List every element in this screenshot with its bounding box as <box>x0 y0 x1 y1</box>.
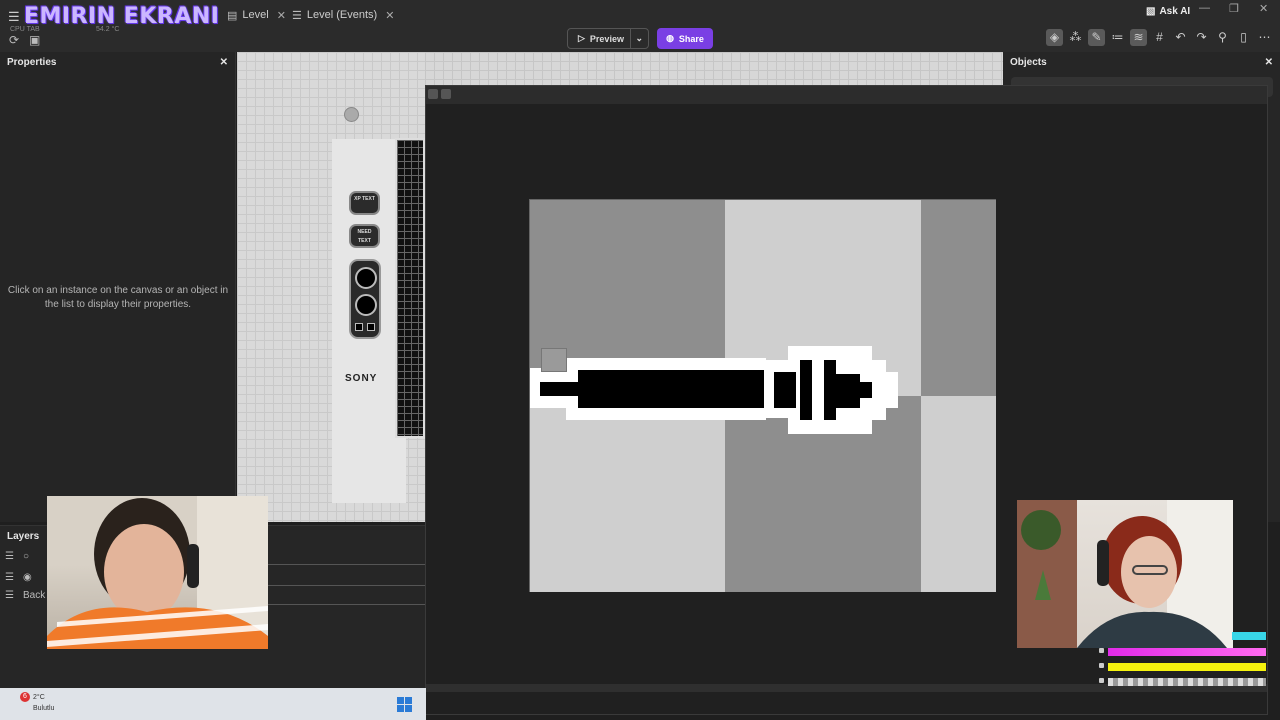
preview-label: Preview <box>589 33 624 44</box>
weather-temperature: 2°C <box>33 694 45 701</box>
weather-text: Bulutlu <box>33 705 55 712</box>
layers-title: Layers <box>7 530 40 542</box>
visibility-icon[interactable]: ○ <box>23 551 29 562</box>
stream-overlay-title: EMIRIN EKRANI <box>24 4 220 29</box>
os-taskbar <box>0 688 426 720</box>
controller-key-left <box>355 323 363 331</box>
tab-label: Level (Events) <box>306 9 378 21</box>
more-icon[interactable]: ⋯ <box>1256 29 1273 46</box>
webcam-left-image <box>47 496 268 649</box>
xp-button-sprite[interactable]: XP TEXT <box>349 191 380 215</box>
ask-ai-button[interactable]: ▧ Ask AI <box>1146 6 1190 17</box>
sony-logo-text: SONY <box>345 373 378 384</box>
trash-icon[interactable]: ▯ <box>1235 29 1252 46</box>
tab-level[interactable]: ▤ Level ✕ <box>227 5 286 25</box>
objects-group-icon[interactable]: ⁂ <box>1067 29 1084 46</box>
app-window: ☰ CPU TAB 54.2 °C ⟳ ▣ EMIRIN EKRANI ▤ Le… <box>0 0 1280 720</box>
close-icon[interactable]: ✕ <box>1265 57 1273 68</box>
arrow-sprite <box>530 346 898 434</box>
divider <box>268 585 426 586</box>
webcam-left <box>47 496 268 649</box>
editor-tool-icon[interactable] <box>441 89 451 99</box>
controller-button-top <box>355 267 377 289</box>
close-window-icon[interactable]: ✕ <box>1259 2 1268 15</box>
magenta-color-bar[interactable] <box>1108 648 1266 656</box>
top-bar: ☰ CPU TAB 54.2 °C ⟳ ▣ EMIRIN EKRANI ▤ Le… <box>0 0 1280 52</box>
controller-sprite[interactable] <box>349 259 381 339</box>
divider <box>268 564 426 565</box>
close-icon[interactable]: ✕ <box>385 9 394 22</box>
webcam-right-image <box>1017 500 1233 648</box>
save-icon[interactable]: ▣ <box>29 33 40 47</box>
sync-icon[interactable]: ⟳ <box>9 33 19 47</box>
visibility-icon[interactable]: ◉ <box>23 572 32 583</box>
level-canvas-top[interactable] <box>425 52 1003 87</box>
selection-handle[interactable] <box>541 348 567 372</box>
webcam-right <box>1017 500 1233 648</box>
layers-icon[interactable]: ≋ <box>1130 29 1147 46</box>
alpha-color-bar[interactable] <box>1108 678 1266 686</box>
controller-key-right <box>367 323 375 331</box>
controller-button-bottom <box>355 294 377 316</box>
color-swatch-icon[interactable] <box>1099 663 1104 668</box>
drag-handle-icon[interactable]: ☰ <box>5 590 14 601</box>
grid-icon[interactable]: # <box>1151 29 1168 46</box>
redo-icon[interactable]: ↷ <box>1193 29 1210 46</box>
dark-grid-sprite[interactable] <box>395 138 425 438</box>
properties-panel: Properties ✕ Click on an instance on the… <box>0 52 236 522</box>
color-swatch-icon[interactable] <box>1099 678 1104 683</box>
tab-level-events[interactable]: ☰ Level (Events) ✕ <box>292 5 394 25</box>
properties-title: Properties <box>7 56 57 68</box>
yellow-color-bar[interactable] <box>1108 663 1266 671</box>
level-icon: ▤ <box>227 9 238 22</box>
editor-titlebar <box>426 86 1267 104</box>
drag-handle-icon[interactable]: ☰ <box>5 572 14 583</box>
share-label: Share <box>678 33 704 44</box>
cyan-color-bar[interactable] <box>1232 632 1266 640</box>
play-icon: ▷ <box>578 33 585 43</box>
tab-label: Level <box>242 9 269 21</box>
sprite-canvas[interactable] <box>529 199 996 592</box>
list-icon[interactable]: ≔ <box>1109 29 1126 46</box>
cube-icon[interactable]: ◈ <box>1046 29 1063 46</box>
undo-icon[interactable]: ↶ <box>1172 29 1189 46</box>
layer-label: Back <box>22 590 46 601</box>
properties-hint: Click on an instance on the canvas or an… <box>7 285 229 310</box>
layer-row[interactable]: ☰ ◉ <box>5 572 41 583</box>
layer-row[interactable]: ☰ ○ <box>5 551 38 562</box>
ask-ai-label: Ask AI <box>1159 6 1191 17</box>
ai-icon: ▧ <box>1146 6 1156 17</box>
divider <box>268 604 426 605</box>
events-icon: ☰ <box>292 9 302 22</box>
objects-title: Objects <box>1010 56 1047 68</box>
editor-tool-icon[interactable] <box>428 89 438 99</box>
editor-tools: ◈ ⁂ ✎ ≔ ≋ # ↶ ↷ ⚲ ▯ ⋯ <box>1046 29 1273 46</box>
close-icon[interactable]: ✕ <box>220 57 228 68</box>
windows-start-icon[interactable] <box>397 697 412 712</box>
menu-icon[interactable]: ☰ <box>8 9 20 25</box>
knob-sprite[interactable] <box>344 107 359 122</box>
pencil-icon[interactable]: ✎ <box>1088 29 1105 46</box>
chevron-down-icon[interactable]: ⌄ <box>631 33 649 44</box>
globe-icon: ◍ <box>666 33 674 43</box>
layer-row[interactable]: ☰ Back <box>5 590 45 601</box>
zoom-icon[interactable]: ⚲ <box>1214 29 1231 46</box>
minimize-icon[interactable]: — <box>1199 2 1210 14</box>
weather-widget[interactable]: 2°C Bulutlu <box>33 692 54 714</box>
close-icon[interactable]: ✕ <box>277 9 286 22</box>
weather-badge: 6 <box>20 692 30 702</box>
color-swatch-icon[interactable] <box>1099 648 1104 653</box>
preview-button[interactable]: ▷ Preview ⌄ <box>567 28 649 49</box>
need-button-sprite[interactable]: NEED TEXT <box>349 224 380 248</box>
share-button[interactable]: ◍ Share <box>657 28 713 49</box>
drag-handle-icon[interactable]: ☰ <box>5 551 14 562</box>
restore-icon[interactable]: ❐ <box>1229 2 1239 15</box>
